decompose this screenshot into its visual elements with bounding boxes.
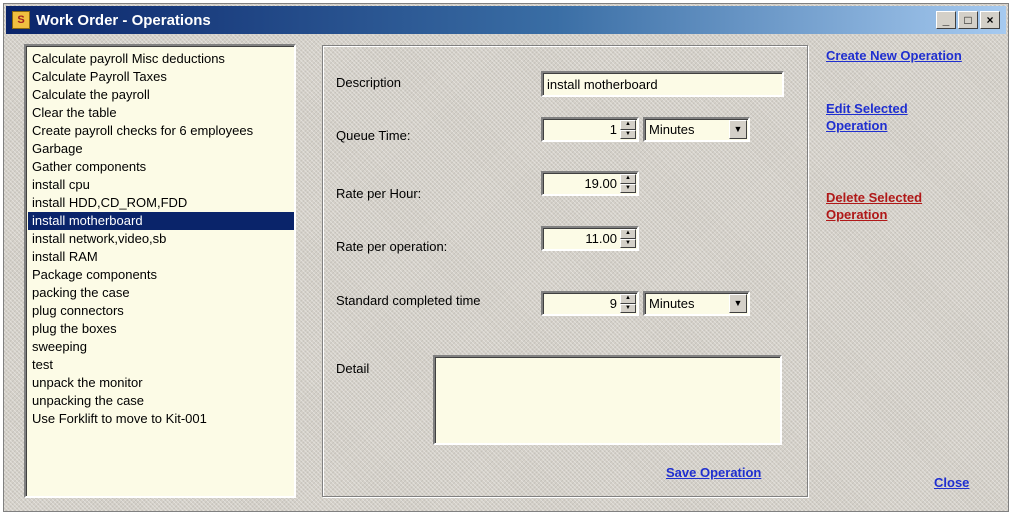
close-window-button[interactable]: × xyxy=(980,11,1000,29)
maximize-button[interactable]: □ xyxy=(958,11,978,29)
rate-per-hour-value: 19.00 xyxy=(584,176,617,191)
list-item[interactable]: packing the case xyxy=(28,284,294,302)
chevron-down-icon[interactable]: ▼ xyxy=(729,294,747,313)
queue-time-label: Queue Time: xyxy=(336,128,411,143)
list-item[interactable]: Gather components xyxy=(28,158,294,176)
rate-per-hour-label: Rate per Hour: xyxy=(336,186,422,201)
list-item[interactable]: install cpu xyxy=(28,176,294,194)
list-item[interactable]: unpack the monitor xyxy=(28,374,294,392)
list-item[interactable]: install network,video,sb xyxy=(28,230,294,248)
list-item[interactable]: Calculate Payroll Taxes xyxy=(28,68,294,86)
list-item[interactable]: install RAM xyxy=(28,248,294,266)
rate-per-operation-stepper[interactable]: 11.00 ▲ ▼ xyxy=(541,226,639,251)
spin-updown-icon[interactable]: ▲ ▼ xyxy=(620,294,636,313)
standard-completed-time-unit-select[interactable]: Minutes ▼ xyxy=(643,291,750,316)
list-item[interactable]: install HDD,CD_ROM,FDD xyxy=(28,194,294,212)
list-item[interactable]: Package components xyxy=(28,266,294,284)
save-operation-link[interactable]: Save Operation xyxy=(666,464,761,481)
spin-updown-icon[interactable]: ▲ ▼ xyxy=(620,229,636,248)
list-item[interactable]: plug the boxes xyxy=(28,320,294,338)
chevron-down-icon[interactable]: ▼ xyxy=(729,120,747,139)
window-controls: _ □ × xyxy=(936,11,1000,29)
minimize-button[interactable]: _ xyxy=(936,11,956,29)
list-item[interactable]: Create payroll checks for 6 employees xyxy=(28,122,294,140)
title-bar[interactable]: S Work Order - Operations _ □ × xyxy=(6,6,1006,34)
work-order-operations-window: S Work Order - Operations _ □ × Calculat… xyxy=(3,3,1009,512)
queue-time-unit-select[interactable]: Minutes ▼ xyxy=(643,117,750,142)
standard-completed-time-stepper[interactable]: 9 ▲ ▼ xyxy=(541,291,639,316)
operations-list[interactable]: Calculate payroll Misc deductions Calcula… xyxy=(24,44,296,498)
rate-per-hour-stepper[interactable]: 19.00 ▲ ▼ xyxy=(541,171,639,196)
operation-detail-panel: Description install motherboard Queue Ti… xyxy=(322,45,808,497)
app-icon[interactable]: S xyxy=(12,11,30,29)
detail-label: Detail xyxy=(336,361,370,376)
list-item[interactable]: sweeping xyxy=(28,338,294,356)
delete-selected-line2[interactable]: Operation xyxy=(826,206,922,223)
list-item[interactable]: plug connectors xyxy=(28,302,294,320)
description-label: Description xyxy=(336,75,402,90)
edit-selected-line1[interactable]: Edit Selected xyxy=(826,100,908,117)
create-new-operation-link[interactable]: Create New Operation xyxy=(826,47,962,64)
list-item[interactable]: Clear the table xyxy=(28,104,294,122)
edit-selected-operation-link[interactable]: Edit Selected Operation xyxy=(826,100,908,134)
queue-time-stepper[interactable]: 1 ▲ ▼ xyxy=(541,117,639,142)
standard-completed-time-label: Standard completed time xyxy=(336,293,481,308)
queue-time-value: 1 xyxy=(609,122,617,137)
list-item[interactable]: Use Forklift to move to Kit-001 xyxy=(28,410,294,428)
detail-textarea[interactable] xyxy=(433,355,782,445)
list-item[interactable]: Calculate payroll Misc deductions xyxy=(28,50,294,68)
window-title: Work Order - Operations xyxy=(36,11,211,29)
list-item[interactable]: Garbage xyxy=(28,140,294,158)
list-item[interactable]: unpacking the case xyxy=(28,392,294,410)
description-field[interactable]: install motherboard xyxy=(541,71,784,97)
list-item[interactable]: test xyxy=(28,356,294,374)
rate-per-operation-value: 11.00 xyxy=(585,231,617,246)
queue-time-unit-value: Minutes xyxy=(649,122,695,137)
rate-per-operation-label: Rate per operation: xyxy=(336,239,448,254)
delete-selected-operation-link[interactable]: Delete Selected Operation xyxy=(826,189,922,223)
standard-completed-time-value: 9 xyxy=(609,296,617,311)
delete-selected-line1[interactable]: Delete Selected xyxy=(826,189,922,206)
list-item[interactable]: Calculate the payroll xyxy=(28,86,294,104)
standard-completed-time-unit-value: Minutes xyxy=(649,296,695,311)
list-item-selected[interactable]: install motherboard xyxy=(28,212,294,230)
close-link[interactable]: Close xyxy=(934,474,969,491)
spin-updown-icon[interactable]: ▲ ▼ xyxy=(620,174,636,193)
edit-selected-line2[interactable]: Operation xyxy=(826,117,908,134)
spin-updown-icon[interactable]: ▲ ▼ xyxy=(620,120,636,139)
